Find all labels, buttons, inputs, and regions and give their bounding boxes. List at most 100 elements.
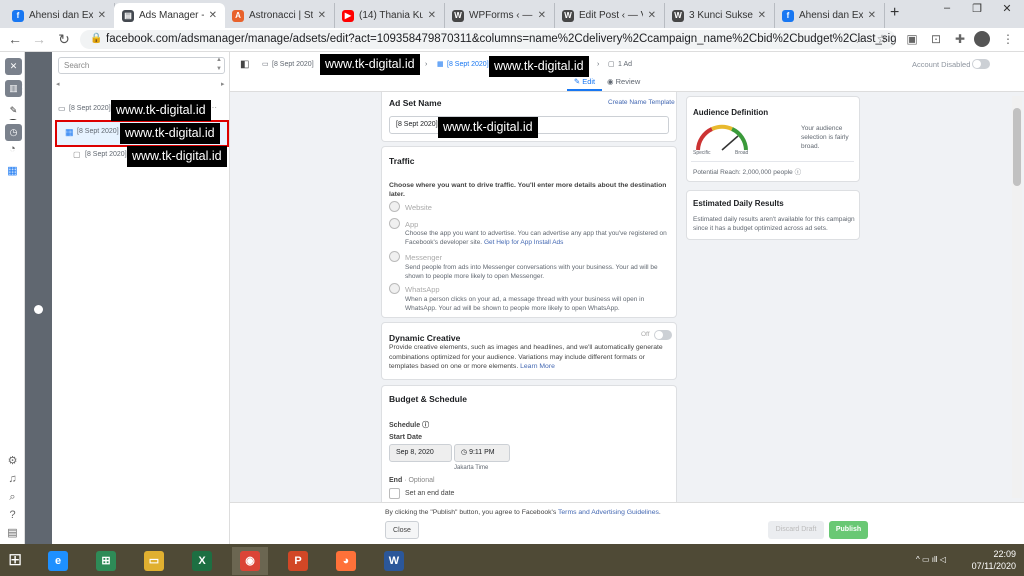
- tab-review[interactable]: ◉ Review: [607, 75, 640, 89]
- system-tray-icons[interactable]: ^ ▭ ıll ◁: [916, 555, 946, 564]
- minimize-button[interactable]: –: [932, 2, 962, 14]
- dynamic-creative-heading: Dynamic Creative: [389, 333, 461, 343]
- edit-pencil-icon[interactable]: ✎: [5, 102, 22, 119]
- start-date-input[interactable]: Sep 8, 2020: [389, 444, 452, 462]
- zoom-icon[interactable]: ⌕: [852, 32, 868, 47]
- breadcrumb-campaign[interactable]: [8 Sept 2020]: [272, 61, 314, 68]
- forward-arrow-icon[interactable]: →: [30, 31, 48, 47]
- radio-whatsapp[interactable]: [389, 283, 400, 294]
- close-tab-icon[interactable]: ✕: [648, 10, 656, 21]
- taskbar-app[interactable]: W: [376, 547, 412, 575]
- tree-ad-item[interactable]: [8 Sept 2020]: [85, 151, 127, 158]
- info-icon[interactable]: ⓘ: [422, 422, 429, 429]
- taskbar-clock[interactable]: 22:09 07/11/2020: [964, 548, 1016, 572]
- radio-messenger[interactable]: [389, 251, 400, 262]
- notifications-bell-icon[interactable]: ♫: [5, 472, 20, 487]
- adset-name-heading: Ad Set Name: [389, 98, 442, 108]
- watermark: www.tk-digital.id: [120, 123, 220, 144]
- tree-sort-arrows-icon[interactable]: ▲ ▼: [216, 56, 222, 74]
- panel-toggle-icon[interactable]: ◧: [240, 59, 249, 70]
- discard-draft-button[interactable]: Discard Draft: [768, 521, 824, 539]
- close-tab-icon[interactable]: ✕: [538, 10, 546, 21]
- adset-name-value: [8 Sept 2020]: [396, 121, 438, 128]
- radio-website[interactable]: [389, 201, 400, 212]
- history-clock-icon[interactable]: ◷: [5, 124, 22, 141]
- bookmark-star-icon[interactable]: ☆: [874, 32, 890, 46]
- close-tab-icon[interactable]: ✕: [318, 10, 326, 21]
- radio-app[interactable]: [389, 218, 400, 229]
- extension-icon[interactable]: ▣: [904, 32, 920, 46]
- close-tab-icon[interactable]: ✕: [868, 10, 876, 21]
- puzzle-icon[interactable]: ✚: [952, 32, 968, 46]
- taskbar-app[interactable]: X: [184, 547, 220, 575]
- settings-gear-icon[interactable]: ⚙: [5, 454, 20, 469]
- tree-adset-item[interactable]: [8 Sept 2020]: [77, 128, 119, 135]
- collapse-handle-icon[interactable]: [34, 305, 43, 314]
- create-name-template-link[interactable]: Create Name Template: [608, 99, 675, 106]
- chart-icon[interactable]: ▥: [5, 80, 22, 97]
- info-icon[interactable]: ⓘ: [795, 169, 802, 176]
- potential-reach-text: Potential Reach: 2,000,000 people: [693, 169, 793, 176]
- watermark: www.tk-digital.id: [438, 117, 538, 138]
- new-tab-button[interactable]: +: [890, 4, 899, 22]
- menu-dots-icon[interactable]: ⋮: [1000, 32, 1016, 46]
- app-install-help-link[interactable]: Get Help for App Install Ads: [484, 239, 564, 246]
- search-icon[interactable]: ⌕: [5, 490, 20, 505]
- start-time-input[interactable]: ◷ 9:11 PM: [454, 444, 510, 462]
- gauge-icon[interactable]: ◔: [5, 142, 20, 157]
- taskbar-app[interactable]: ◉: [232, 547, 268, 575]
- report-icon[interactable]: ▤: [5, 526, 20, 541]
- profile-avatar[interactable]: [974, 31, 990, 47]
- tree-scroll-left-icon[interactable]: ◂: [56, 80, 60, 88]
- lock-icon[interactable]: 🔒: [90, 33, 102, 44]
- audience-gauge: [696, 124, 748, 151]
- taskbar-app[interactable]: ⊞: [88, 547, 124, 575]
- windows-start-icon[interactable]: ⊞: [8, 551, 22, 568]
- account-toggle[interactable]: [972, 59, 990, 69]
- taskbar-app[interactable]: e: [40, 547, 76, 575]
- tab-review-label: Review: [615, 77, 641, 86]
- close-tab-icon[interactable]: ✕: [209, 10, 217, 21]
- browser-tab[interactable]: ▶ (14) Thania Ku ✕: [334, 3, 445, 28]
- close-window-button[interactable]: ✕: [992, 2, 1022, 15]
- taskbar-app[interactable]: ▭: [136, 547, 172, 575]
- taskbar-app[interactable]: P: [280, 547, 316, 575]
- reload-icon[interactable]: ↻: [55, 31, 73, 48]
- tab-edit[interactable]: ✎ Edit: [567, 75, 602, 91]
- close-tree-icon[interactable]: ✕: [5, 58, 22, 75]
- terms-link[interactable]: Terms and Advertising Guidelines: [558, 509, 659, 516]
- schedule-label-text: Schedule: [389, 422, 421, 429]
- address-bar[interactable]: facebook.com/adsmanager/manage/adsets/ed…: [80, 30, 896, 49]
- close-tab-icon[interactable]: ✕: [758, 10, 766, 21]
- watermark: www.tk-digital.id: [111, 100, 211, 121]
- breadcrumb-ad[interactable]: 1 Ad: [618, 61, 632, 68]
- taskbar-app[interactable]: ◕: [328, 547, 364, 575]
- facebook-icon: f: [12, 9, 24, 22]
- option-app-label: App: [405, 220, 419, 229]
- end-label-text: End: [389, 477, 403, 484]
- browser-tab[interactable]: W 3 Kunci Sukses ✕: [664, 3, 775, 28]
- ads-manager-table-icon[interactable]: ▦: [5, 164, 20, 179]
- dynamic-creative-toggle[interactable]: [654, 330, 672, 340]
- browser-tab[interactable]: f Ahensi dan Ex ✕: [774, 3, 885, 28]
- tree-campaign-item[interactable]: [8 Sept 2020]: [69, 105, 111, 112]
- browser-tab[interactable]: W WPForms ‹ — V ✕: [444, 3, 555, 28]
- tree-search-input[interactable]: Search: [58, 57, 225, 74]
- browser-tab[interactable]: W Edit Post ‹ — V ✕: [554, 3, 665, 28]
- close-button[interactable]: Close: [385, 521, 419, 539]
- browser-tab[interactable]: A Astronacci | Sto ✕: [224, 3, 335, 28]
- breadcrumb-adset[interactable]: [8 Sept 2020]: [447, 61, 489, 68]
- publish-button[interactable]: Publish: [829, 521, 868, 539]
- maximize-button[interactable]: ❐: [962, 2, 992, 15]
- scrollbar-thumb[interactable]: [1013, 108, 1021, 186]
- close-tab-icon[interactable]: ✕: [98, 10, 106, 21]
- code-extension-icon[interactable]: ⊡: [928, 32, 944, 46]
- browser-tab[interactable]: f Ahensi dan Ex ✕: [4, 3, 115, 28]
- back-arrow-icon[interactable]: ←: [6, 31, 24, 47]
- browser-tab[interactable]: ▤ Ads Manager - ✕: [114, 3, 225, 28]
- tree-scroll-right-icon[interactable]: ▸: [221, 80, 225, 88]
- close-tab-icon[interactable]: ✕: [428, 10, 436, 21]
- end-date-checkbox[interactable]: [389, 488, 400, 499]
- help-icon[interactable]: ?: [5, 508, 20, 523]
- learn-more-link[interactable]: Learn More: [520, 363, 555, 370]
